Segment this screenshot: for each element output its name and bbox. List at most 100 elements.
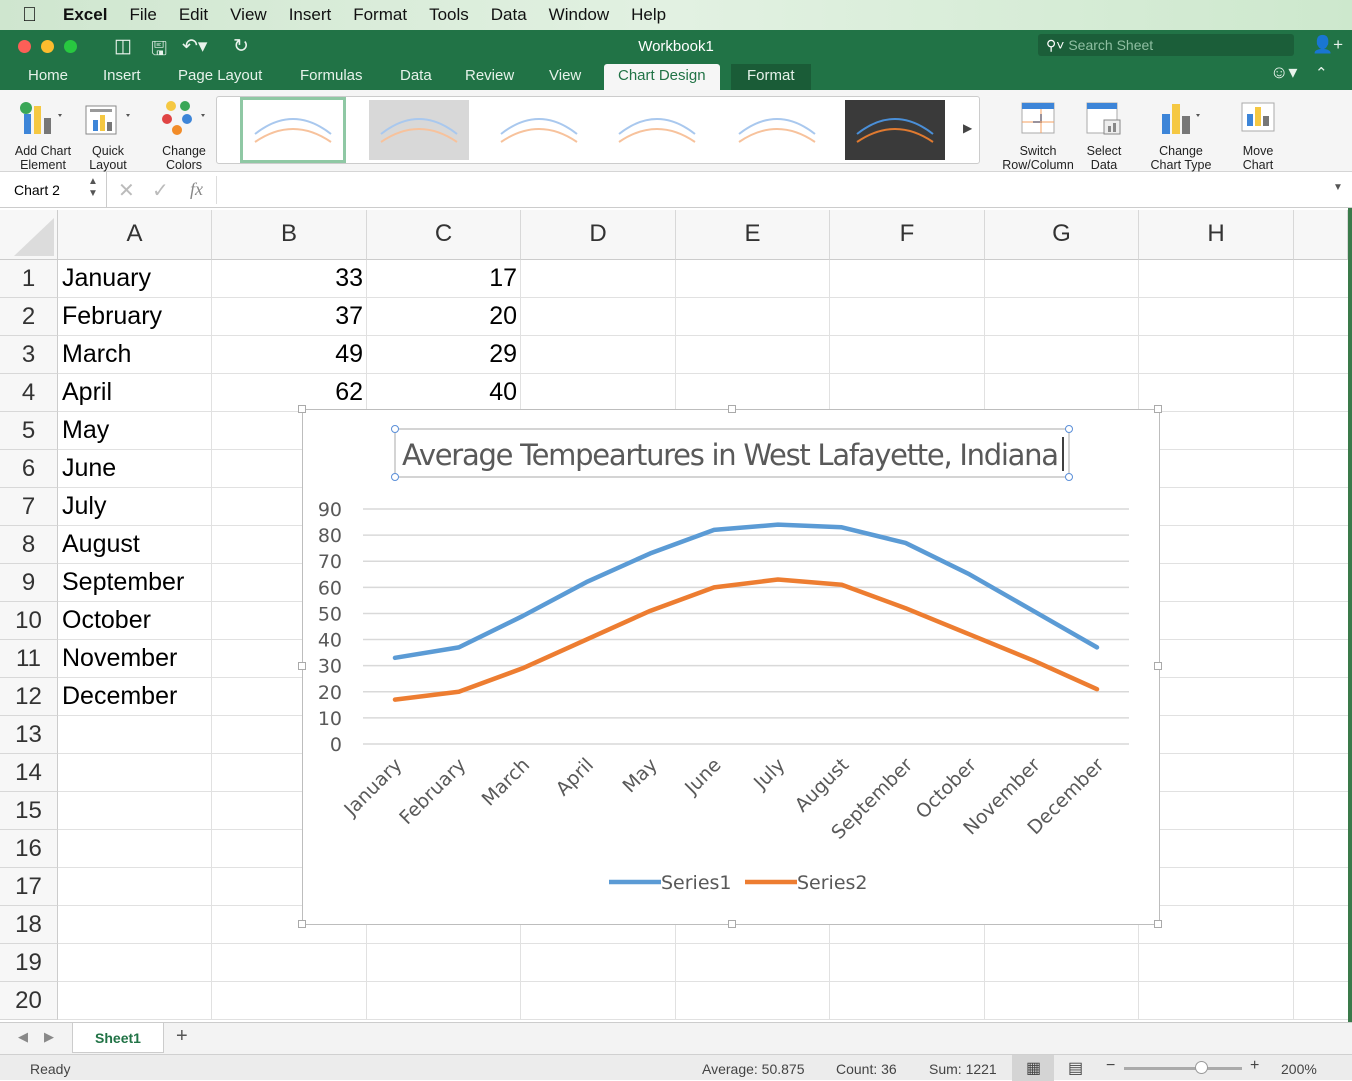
cell-c1[interactable]: 17 — [367, 260, 521, 298]
menu-format[interactable]: Format — [353, 5, 407, 25]
cell-c3[interactable]: 29 — [367, 336, 521, 374]
title-handle[interactable] — [1066, 426, 1073, 433]
row-header-5[interactable]: 5 — [0, 412, 58, 450]
smiley-feedback-icon[interactable]: ☺▾ — [1270, 62, 1297, 83]
chart-title[interactable]: Average Tempeartures in West Lafayette, … — [402, 438, 1059, 472]
row-header-15[interactable]: 15 — [0, 792, 58, 830]
collapse-ribbon-icon[interactable]: ⌃ — [1315, 64, 1328, 82]
chart-resize-handle[interactable] — [1154, 920, 1162, 928]
menu-tools[interactable]: Tools — [429, 5, 469, 25]
select-data-button[interactable]: SelectData — [1082, 98, 1126, 172]
menu-edit[interactable]: Edit — [179, 5, 208, 25]
cell-b3[interactable]: 49 — [212, 336, 367, 374]
row-header-18[interactable]: 18 — [0, 906, 58, 944]
row-header-9[interactable]: 9 — [0, 564, 58, 602]
change-chart-type-button[interactable]: ChangeChart Type — [1146, 98, 1216, 172]
page-layout-view-icon[interactable]: ▤ — [1068, 1058, 1083, 1078]
chart-resize-handle[interactable] — [298, 405, 306, 413]
switch-row-column-button[interactable]: SwitchRow/Column — [1000, 98, 1076, 172]
tab-format[interactable]: Format — [731, 64, 811, 90]
cell-c4[interactable]: 40 — [367, 374, 521, 412]
legend-label[interactable]: Series1 — [661, 872, 732, 894]
enter-check-icon[interactable]: ✓ — [152, 178, 169, 203]
select-all-button[interactable] — [0, 210, 58, 260]
cell-a12[interactable]: December — [58, 678, 212, 716]
chart-style-thumbnail[interactable] — [243, 100, 343, 160]
series-line-1[interactable] — [395, 525, 1097, 658]
menu-insert[interactable]: Insert — [289, 5, 332, 25]
chart-resize-handle[interactable] — [298, 920, 306, 928]
row-header-19[interactable]: 19 — [0, 944, 58, 982]
row-header-1[interactable]: 1 — [0, 260, 58, 298]
cell-a4[interactable]: April — [58, 374, 212, 412]
row-header-10[interactable]: 10 — [0, 602, 58, 640]
menu-help[interactable]: Help — [631, 5, 666, 25]
cell-b2[interactable]: 37 — [212, 298, 367, 336]
add-chart-element-button[interactable]: Add ChartElement — [10, 98, 76, 172]
row-header-3[interactable]: 3 — [0, 336, 58, 374]
menu-view[interactable]: View — [230, 5, 267, 25]
cell-a6[interactable]: June — [58, 450, 212, 488]
cell-a1[interactable]: January — [58, 260, 212, 298]
chart-resize-handle[interactable] — [728, 920, 736, 928]
tab-chart-design[interactable]: Chart Design — [604, 64, 720, 90]
sheet-tab-sheet1[interactable]: Sheet1 — [72, 1023, 164, 1053]
title-handle[interactable] — [392, 474, 399, 481]
share-icon[interactable]: 👤+ — [1312, 35, 1343, 55]
row-header-6[interactable]: 6 — [0, 450, 58, 488]
tab-formulas[interactable]: Formulas — [300, 64, 363, 90]
column-header-partial[interactable] — [1294, 210, 1348, 260]
chart-object[interactable]: Average Tempeartures in West Lafayette, … — [302, 409, 1160, 925]
quick-layout-button[interactable]: QuickLayout — [84, 98, 132, 172]
row-header-8[interactable]: 8 — [0, 526, 58, 564]
cancel-icon[interactable]: ✕ — [118, 178, 135, 203]
chart-style-thumbnail[interactable] — [607, 100, 707, 160]
change-colors-button[interactable]: ChangeColors — [158, 98, 210, 172]
cell-b1[interactable]: 33 — [212, 260, 367, 298]
row-header-20[interactable]: 20 — [0, 982, 58, 1020]
tab-review[interactable]: Review — [465, 64, 514, 90]
apple-icon[interactable]:  — [22, 4, 37, 27]
tab-data[interactable]: Data — [400, 64, 432, 90]
menu-file[interactable]: File — [129, 5, 156, 25]
title-handle[interactable] — [392, 426, 399, 433]
row-header-16[interactable]: 16 — [0, 830, 58, 868]
chart-style-thumbnail[interactable] — [489, 100, 589, 160]
cell-a2[interactable]: February — [58, 298, 212, 336]
previous-sheet-icon[interactable]: ◀ — [18, 1029, 28, 1045]
legend-label[interactable]: Series2 — [797, 872, 868, 894]
tab-home[interactable]: Home — [28, 64, 68, 90]
cell-a5[interactable]: May — [58, 412, 212, 450]
row-header-17[interactable]: 17 — [0, 868, 58, 906]
cell-a9[interactable]: September — [58, 564, 212, 602]
tab-view[interactable]: View — [549, 64, 581, 90]
menu-data[interactable]: Data — [491, 5, 527, 25]
add-sheet-button[interactable]: + — [176, 1025, 188, 1048]
function-icon[interactable]: fx — [190, 179, 203, 200]
cell-a8[interactable]: August — [58, 526, 212, 564]
zoom-slider[interactable] — [1124, 1067, 1242, 1070]
cell-c2[interactable]: 20 — [367, 298, 521, 336]
column-header-a[interactable]: A — [58, 210, 212, 260]
menu-window[interactable]: Window — [549, 5, 609, 25]
search-input[interactable]: ⚲˅ Search Sheet — [1038, 34, 1294, 56]
cell-a7[interactable]: July — [58, 488, 212, 526]
chart-resize-handle[interactable] — [298, 662, 306, 670]
cell-a3[interactable]: March — [58, 336, 212, 374]
chart-resize-handle[interactable] — [1154, 405, 1162, 413]
menu-excel[interactable]: Excel — [63, 5, 107, 25]
cell-a10[interactable]: October — [58, 602, 212, 640]
cell-a11[interactable]: November — [58, 640, 212, 678]
title-handle[interactable] — [1066, 474, 1073, 481]
next-sheet-icon[interactable]: ▶ — [44, 1029, 54, 1045]
normal-view-button[interactable]: ▦ — [1012, 1055, 1054, 1081]
row-header-14[interactable]: 14 — [0, 754, 58, 792]
name-box-stepper[interactable]: ▲▼ — [88, 176, 98, 200]
zoom-slider-thumb[interactable] — [1195, 1061, 1208, 1074]
row-header-13[interactable]: 13 — [0, 716, 58, 754]
chart-resize-handle[interactable] — [728, 405, 736, 413]
expand-formula-bar-icon[interactable]: ▼ — [1333, 182, 1343, 193]
row-header-4[interactable]: 4 — [0, 374, 58, 412]
column-header-h[interactable]: H — [1139, 210, 1294, 260]
column-header-b[interactable]: B — [212, 210, 367, 260]
